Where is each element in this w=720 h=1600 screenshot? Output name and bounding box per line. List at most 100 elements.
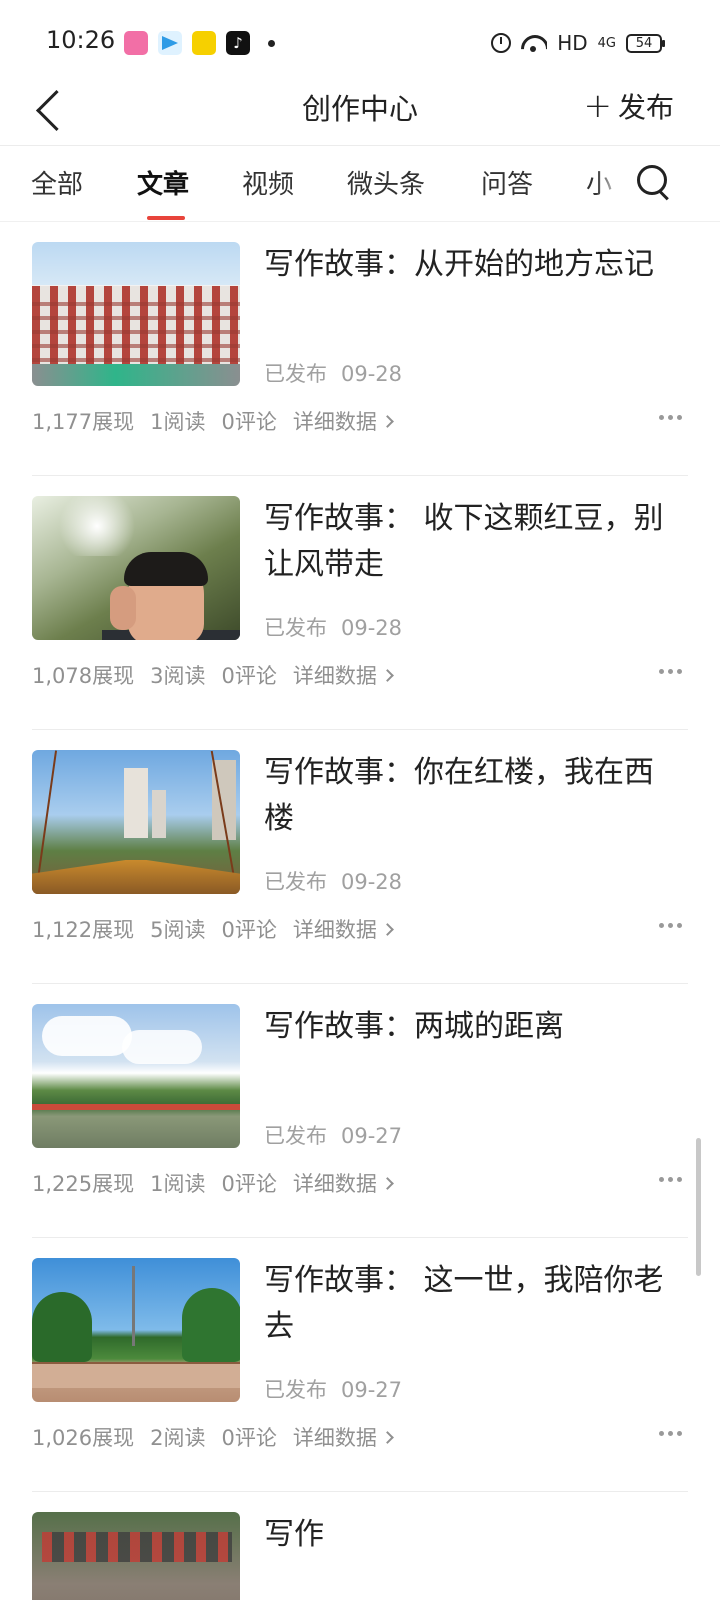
detail-data-label: 详细数据 <box>292 918 377 942</box>
tab-micro-posts[interactable]: 微头条 <box>347 164 425 201</box>
tabs-fade <box>596 146 626 220</box>
list-item[interactable]: 写作故事： 收下这颗红豆，别让风带走 已发布 09-28 1,078展现 3阅读 … <box>32 476 688 730</box>
article-title[interactable]: 写作故事：从开始的地方忘记 <box>264 242 674 288</box>
tab-qa[interactable]: 问答 <box>481 164 533 201</box>
article-thumbnail[interactable] <box>32 496 240 640</box>
article-stats: 1,225展现 1阅读 0评论 详细数据 <box>32 1168 394 1198</box>
toutiao-icon <box>192 31 216 55</box>
detail-data-link[interactable]: 详细数据 <box>292 1168 394 1198</box>
status-time: 10:26 <box>46 26 116 54</box>
article-list: 写作故事：从开始的地方忘记 已发布 09-28 1,177展现 1阅读 0评论 详… <box>0 222 720 1600</box>
more-options-icon[interactable] <box>652 910 688 940</box>
reads-count: 3阅读 <box>150 664 206 688</box>
publish-date: 09-28 <box>341 870 403 894</box>
tab-videos[interactable]: 视频 <box>242 164 294 201</box>
detail-data-label: 详细数据 <box>292 1172 377 1196</box>
paper-plane-icon <box>158 31 182 55</box>
status-label: 已发布 <box>264 1124 327 1148</box>
tab-articles[interactable]: 文章 <box>137 164 189 201</box>
chevron-right-icon <box>381 1430 394 1444</box>
chevron-right-icon <box>381 1176 394 1190</box>
article-thumbnail[interactable] <box>32 242 240 386</box>
list-item[interactable]: 写作故事：两城的距离 已发布 09-27 1,225展现 1阅读 0评论 详细数据 <box>32 984 688 1238</box>
status-bar: 10:26 ♪ HD 4G 54 <box>0 0 720 80</box>
scrollbar[interactable] <box>696 1138 701 1276</box>
reads-count: 5阅读 <box>150 918 206 942</box>
article-thumbnail[interactable] <box>32 1258 240 1402</box>
hd-label: HD <box>557 31 588 55</box>
views-count: 1,078展现 <box>32 664 135 688</box>
active-tab-indicator <box>147 216 185 220</box>
detail-data-link[interactable]: 详细数据 <box>292 1422 394 1452</box>
article-thumbnail[interactable] <box>32 1004 240 1148</box>
chevron-right-icon <box>381 414 394 428</box>
article-title[interactable]: 写作故事：你在红楼，我在西楼 <box>264 750 674 842</box>
article-status: 已发布 09-28 <box>264 866 416 896</box>
more-options-icon[interactable] <box>652 1418 688 1448</box>
publish-date: 09-28 <box>341 616 403 640</box>
publish-button[interactable]: + 发布 <box>583 86 674 126</box>
tab-all[interactable]: 全部 <box>31 164 83 201</box>
detail-data-link[interactable]: 详细数据 <box>292 406 394 436</box>
bilibili-icon <box>124 31 148 55</box>
status-right: HD 4G 54 <box>491 28 665 58</box>
back-arrow-icon[interactable] <box>32 88 76 132</box>
list-item[interactable]: 写作 <box>32 1492 720 1600</box>
article-title[interactable]: 写作故事： 收下这颗红豆，别让风带走 <box>264 496 674 588</box>
chevron-right-icon <box>381 922 394 936</box>
top-nav-bar: 创作中心 + 发布 <box>0 80 720 146</box>
views-count: 1,026展现 <box>32 1426 135 1450</box>
tiktok-icon: ♪ <box>226 31 250 55</box>
detail-data-label: 详细数据 <box>292 664 377 688</box>
article-thumbnail[interactable] <box>32 1512 240 1600</box>
list-item[interactable]: 写作故事： 这一世，我陪你老去 已发布 09-27 1,026展现 2阅读 0评论… <box>32 1238 688 1492</box>
article-status: 已发布 09-27 <box>264 1120 416 1150</box>
detail-data-label: 详细数据 <box>292 410 377 434</box>
wifi-icon <box>521 33 547 53</box>
list-item[interactable]: 写作故事：你在红楼，我在西楼 已发布 09-28 1,122展现 5阅读 0评论 … <box>32 730 688 984</box>
article-title[interactable]: 写作故事： 这一世，我陪你老去 <box>264 1258 674 1350</box>
views-count: 1,225展现 <box>32 1172 135 1196</box>
status-label: 已发布 <box>264 616 327 640</box>
views-count: 1,122展现 <box>32 918 135 942</box>
more-options-icon[interactable] <box>652 1164 688 1194</box>
article-stats: 1,078展现 3阅读 0评论 详细数据 <box>32 660 394 690</box>
detail-data-label: 详细数据 <box>292 1426 377 1450</box>
publish-label: 发布 <box>617 91 674 124</box>
alarm-icon <box>491 33 512 53</box>
article-stats: 1,177展现 1阅读 0评论 详细数据 <box>32 406 394 436</box>
article-title[interactable]: 写作故事：两城的距离 <box>264 1004 674 1050</box>
reads-count: 1阅读 <box>150 1172 206 1196</box>
more-options-icon[interactable] <box>652 402 688 432</box>
search-icon[interactable] <box>632 160 676 204</box>
reads-count: 1阅读 <box>150 410 206 434</box>
article-stats: 1,122展现 5阅读 0评论 详细数据 <box>32 914 394 944</box>
publish-date: 09-28 <box>341 362 403 386</box>
detail-data-link[interactable]: 详细数据 <box>292 660 394 690</box>
article-status: 已发布 09-27 <box>264 1374 416 1404</box>
status-label: 已发布 <box>264 870 327 894</box>
article-status: 已发布 09-28 <box>264 612 416 642</box>
article-status: 已发布 09-28 <box>264 358 416 388</box>
loading-fade <box>332 1510 720 1570</box>
publish-date: 09-27 <box>341 1378 403 1402</box>
comments-count: 0评论 <box>221 918 277 942</box>
category-tabs: 全部 文章 视频 微头条 问答 小 <box>0 146 720 222</box>
article-thumbnail[interactable] <box>32 750 240 894</box>
status-label: 已发布 <box>264 1378 327 1402</box>
status-label: 已发布 <box>264 362 327 386</box>
more-options-icon[interactable] <box>652 656 688 686</box>
comments-count: 0评论 <box>221 410 277 434</box>
comments-count: 0评论 <box>221 664 277 688</box>
battery-icon: 54 <box>626 33 665 53</box>
comments-count: 0评论 <box>221 1172 277 1196</box>
plus-icon: + <box>583 86 612 126</box>
chevron-right-icon <box>381 668 394 682</box>
comments-count: 0评论 <box>221 1426 277 1450</box>
notification-dot-icon <box>268 40 275 47</box>
views-count: 1,177展现 <box>32 410 135 434</box>
article-stats: 1,026展现 2阅读 0评论 详细数据 <box>32 1422 394 1452</box>
signal-icon: 4G <box>597 35 616 51</box>
detail-data-link[interactable]: 详细数据 <box>292 914 394 944</box>
list-item[interactable]: 写作故事：从开始的地方忘记 已发布 09-28 1,177展现 1阅读 0评论 详… <box>32 222 688 476</box>
